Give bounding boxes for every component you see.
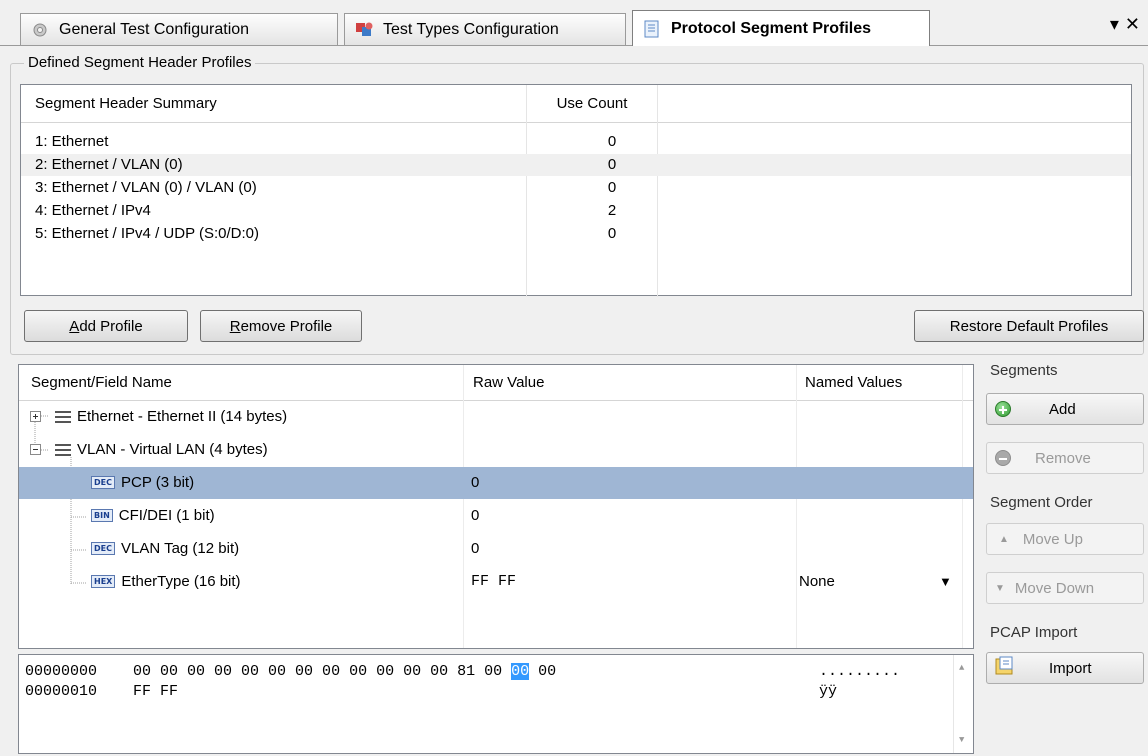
segment-row-ethernet[interactable]: Ethernet - Ethernet II (14 bytes) xyxy=(19,401,973,433)
tab-label: Protocol Segment Profiles xyxy=(671,19,872,37)
move-down-button[interactable]: ▼ Move Down xyxy=(986,572,1144,604)
profile-summary: 3: Ethernet / VLAN (0) / VLAN (0) xyxy=(35,179,257,196)
close-icon[interactable]: ✕ xyxy=(1125,14,1140,35)
column-header-named-values[interactable]: Named Values xyxy=(805,374,902,391)
add-segment-button[interactable]: Add xyxy=(986,393,1144,425)
named-values-dropdown[interactable]: None xyxy=(799,573,835,590)
profile-summary: 5: Ethernet / IPv4 / UDP (S:0/D:0) xyxy=(35,225,259,242)
segment-order-label: Segment Order xyxy=(990,494,1093,511)
ascii-column: ÿÿ xyxy=(819,683,838,700)
add-profile-button[interactable]: Add Profile xyxy=(24,310,188,342)
field-row-cfi-dei[interactable]: BIN CFI/DEI (1 bit) 0 xyxy=(19,500,973,532)
group-title: Defined Segment Header Profiles xyxy=(24,54,256,71)
profile-summary: 1: Ethernet xyxy=(35,133,109,150)
test-types-icon xyxy=(355,21,375,39)
segment-label: Ethernet - Ethernet II (14 bytes) xyxy=(77,408,288,425)
import-file-icon xyxy=(995,656,1017,680)
dec-format-icon: DEC xyxy=(91,476,115,489)
document-icon xyxy=(643,20,663,38)
tab-label: General Test Configuration xyxy=(59,20,250,38)
list-icon xyxy=(55,443,71,457)
remove-segment-button[interactable]: Remove xyxy=(986,442,1144,474)
field-label: VLAN Tag (12 bit) xyxy=(120,540,240,557)
tab-test-types-configuration[interactable]: Test Types Configuration xyxy=(344,13,626,45)
profile-use-count: 0 xyxy=(607,133,617,150)
tab-strip-divider xyxy=(0,45,1148,46)
move-up-button[interactable]: ▲ Move Up xyxy=(986,523,1144,555)
field-raw-value[interactable]: FF FF xyxy=(471,573,516,590)
profiles-list[interactable]: Segment Header Summary Use Count 1: Ethe… xyxy=(20,84,1132,297)
restore-default-profiles-button[interactable]: Restore Default Profiles xyxy=(914,310,1144,342)
profile-row[interactable]: 1: Ethernet 0 xyxy=(21,131,1131,153)
tree-header: Segment/Field Name Raw Value Named Value… xyxy=(19,365,973,401)
field-label: PCP (3 bit) xyxy=(120,474,195,491)
import-button[interactable]: Import xyxy=(986,652,1144,684)
selected-byte[interactable]: 00 xyxy=(511,663,530,680)
tab-general-test-configuration[interactable]: General Test Configuration xyxy=(20,13,338,45)
segment-label: VLAN - Virtual LAN (4 bytes) xyxy=(77,441,268,458)
profile-summary: 4: Ethernet / IPv4 xyxy=(35,202,151,219)
profile-use-count: 0 xyxy=(607,179,617,196)
field-row-vlan-tag[interactable]: DEC VLAN Tag (12 bit) 0 xyxy=(19,533,973,565)
column-header-raw-value[interactable]: Raw Value xyxy=(473,374,544,391)
dropdown-arrow-icon[interactable]: ▼ xyxy=(939,574,952,589)
hex-scrollbar[interactable]: ▲ ▼ xyxy=(953,655,973,753)
profile-summary: 2: Ethernet / VLAN (0) xyxy=(35,156,183,173)
dec-format-icon: DEC xyxy=(91,542,115,555)
profiles-list-header: Segment Header Summary Use Count xyxy=(21,85,1131,123)
segment-field-tree[interactable]: Segment/Field Name Raw Value Named Value… xyxy=(18,364,974,649)
add-icon xyxy=(995,401,1011,417)
tab-protocol-segment-profiles[interactable]: Protocol Segment Profiles xyxy=(632,10,930,46)
field-raw-value[interactable]: 0 xyxy=(471,474,479,491)
segments-label: Segments xyxy=(990,362,1058,379)
column-header-use-count[interactable]: Use Count xyxy=(527,95,657,112)
hex-line: 00000000 00 00 00 00 00 00 00 00 00 00 0… xyxy=(25,663,557,680)
profile-row[interactable]: 4: Ethernet / IPv4 2 xyxy=(21,200,1131,222)
hex-view[interactable]: 00000000 00 00 00 00 00 00 00 00 00 00 0… xyxy=(18,654,974,754)
segment-row-vlan[interactable]: VLAN - Virtual LAN (4 bytes) xyxy=(19,434,973,466)
gear-icon xyxy=(31,21,51,39)
remove-icon xyxy=(995,450,1011,466)
profile-use-count: 0 xyxy=(607,225,617,242)
field-label: CFI/DEI (1 bit) xyxy=(118,507,215,524)
profile-row[interactable]: 5: Ethernet / IPv4 / UDP (S:0/D:0) 0 xyxy=(21,223,1131,245)
profile-row[interactable]: 3: Ethernet / VLAN (0) / VLAN (0) 0 xyxy=(21,177,1131,199)
column-header-summary[interactable]: Segment Header Summary xyxy=(35,95,217,112)
pcap-import-label: PCAP Import xyxy=(990,624,1078,641)
collapse-icon[interactable] xyxy=(30,444,41,455)
profile-use-count: 0 xyxy=(607,156,617,173)
ascii-column: ......... xyxy=(819,663,901,680)
field-raw-value[interactable]: 0 xyxy=(471,507,479,524)
profile-use-count: 2 xyxy=(607,202,617,219)
bin-format-icon: BIN xyxy=(91,509,113,522)
pin-dropdown-icon[interactable]: ▾ xyxy=(1110,14,1119,35)
field-raw-value[interactable]: 0 xyxy=(471,540,479,557)
profile-row[interactable]: 2: Ethernet / VLAN (0) 0 xyxy=(21,154,1131,176)
scroll-down-icon[interactable]: ▼ xyxy=(959,735,964,745)
hex-line: 00000010 FF FF xyxy=(25,683,179,700)
remove-profile-button[interactable]: Remove Profile xyxy=(200,310,362,342)
expand-icon[interactable] xyxy=(30,411,41,422)
arrow-up-icon: ▲ xyxy=(999,533,1009,545)
field-row-pcp[interactable]: DEC PCP (3 bit) 0 xyxy=(19,467,973,499)
tab-label: Test Types Configuration xyxy=(383,20,559,38)
arrow-down-icon: ▼ xyxy=(995,582,1005,594)
field-row-ethertype[interactable]: HEX EtherType (16 bit) FF FF None ▼ xyxy=(19,566,973,598)
list-icon xyxy=(55,410,71,424)
hex-format-icon: HEX xyxy=(91,575,116,588)
field-label: EtherType (16 bit) xyxy=(121,573,241,590)
scroll-up-icon[interactable]: ▲ xyxy=(959,663,964,673)
